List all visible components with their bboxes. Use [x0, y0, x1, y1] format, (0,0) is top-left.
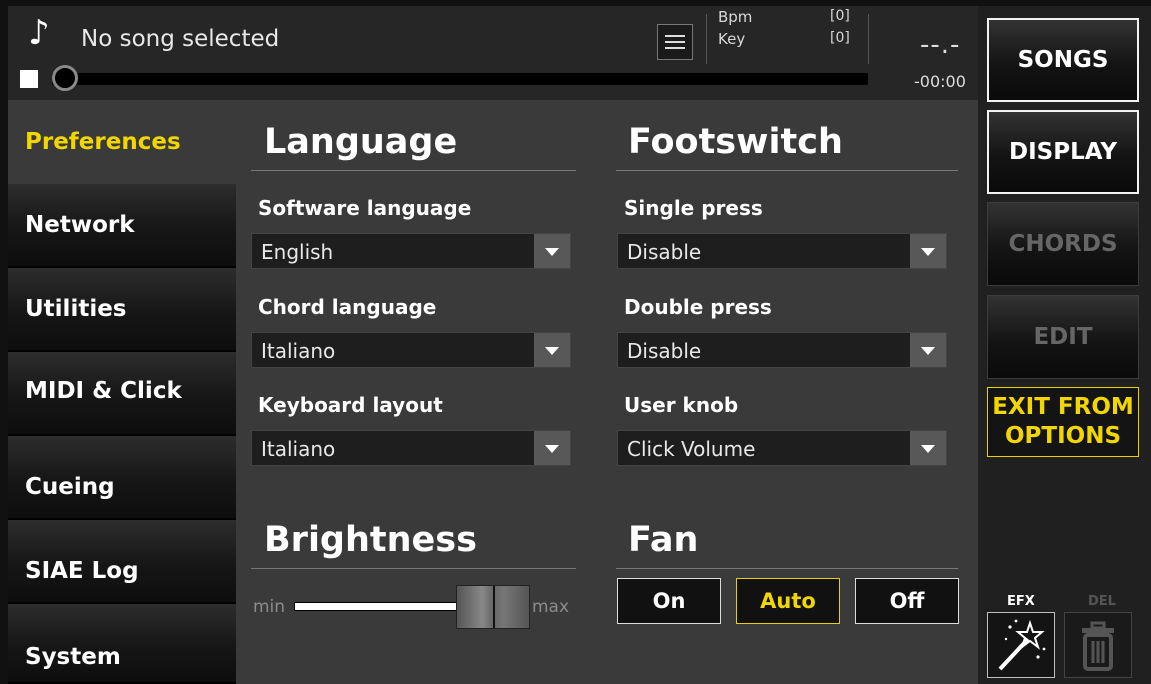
select-value: Italiano	[261, 339, 336, 363]
slider-max-label: max	[532, 597, 570, 617]
progress-knob[interactable]	[52, 65, 78, 91]
chord-language-select[interactable]: Italiano	[251, 332, 571, 368]
nav-item-preferences[interactable]: Preferences	[8, 100, 236, 184]
nav-item-system[interactable]: System	[8, 604, 236, 684]
fan-on-button[interactable]: On	[617, 578, 721, 624]
divider	[251, 568, 576, 569]
nav-item-network[interactable]: Network	[8, 184, 236, 268]
del-label: DEL	[1088, 594, 1116, 609]
chevron-down-icon[interactable]	[910, 234, 946, 268]
progress-bar[interactable]	[52, 73, 868, 85]
user-knob-label: User knob	[624, 393, 739, 417]
divider	[868, 14, 869, 64]
fan-auto-button[interactable]: Auto	[736, 578, 840, 624]
chords-button[interactable]: CHORDS	[987, 202, 1139, 286]
preferences-panel: Language Software language English Chord…	[236, 100, 978, 684]
keyboard-layout-select[interactable]: Italiano	[251, 430, 571, 466]
user-knob-select[interactable]: Click Volume	[617, 430, 947, 466]
fan-title: Fan	[628, 520, 699, 560]
songs-button[interactable]: SONGS	[987, 18, 1139, 102]
nav-item-utilities[interactable]: Utilities	[8, 268, 236, 352]
footswitch-title: Footswitch	[628, 122, 843, 162]
key-value: [0]	[830, 30, 850, 46]
stop-button[interactable]	[20, 70, 38, 88]
divider	[616, 568, 958, 569]
single-press-select[interactable]: Disable	[617, 233, 947, 269]
keyboard-layout-label: Keyboard layout	[258, 393, 443, 417]
music-note-icon: ♪	[28, 13, 50, 53]
song-title: No song selected	[81, 26, 280, 52]
slider-min-label: min	[253, 597, 286, 617]
software-language-select[interactable]: English	[251, 233, 571, 269]
fan-off-button[interactable]: Off	[855, 578, 959, 624]
exit-label-line2: OPTIONS	[1004, 423, 1122, 449]
divider	[706, 14, 707, 64]
select-value: Disable	[627, 240, 702, 264]
trash-icon	[1082, 621, 1114, 671]
chevron-down-icon[interactable]	[534, 234, 570, 268]
magic-wand-icon	[998, 619, 1046, 671]
efx-label: EFX	[1007, 594, 1035, 609]
playlist-icon[interactable]	[657, 24, 693, 60]
select-value: Disable	[627, 339, 702, 363]
nav-item-cueing[interactable]: Cueing	[8, 436, 236, 520]
efx-button[interactable]	[987, 612, 1055, 678]
time-display: --.-	[920, 30, 961, 60]
options-nav: Preferences Network Utilities MIDI & Cli…	[8, 100, 236, 684]
mode-panel: SONGS DISPLAY CHORDS EDIT EXIT FROM OPTI…	[978, 6, 1151, 684]
divider	[616, 170, 958, 171]
brightness-slider-handle[interactable]	[456, 585, 530, 629]
select-value: Click Volume	[627, 437, 756, 461]
bpm-value: [0]	[830, 8, 850, 24]
nav-item-siae-log[interactable]: SIAE Log	[8, 520, 236, 604]
chevron-down-icon[interactable]	[910, 431, 946, 465]
bpm-label: Bpm	[718, 8, 753, 26]
display-button[interactable]: DISPLAY	[987, 110, 1139, 194]
edit-button[interactable]: EDIT	[987, 295, 1139, 379]
chord-language-label: Chord language	[258, 295, 437, 319]
double-press-select[interactable]: Disable	[617, 332, 947, 368]
exit-options-button[interactable]: EXIT FROM OPTIONS	[987, 387, 1139, 457]
chevron-down-icon[interactable]	[534, 333, 570, 367]
language-title: Language	[264, 122, 458, 162]
chevron-down-icon[interactable]	[910, 333, 946, 367]
divider	[251, 170, 576, 171]
delete-button[interactable]	[1064, 612, 1132, 678]
nav-item-midi-click[interactable]: MIDI & Click	[8, 352, 236, 436]
exit-label-line1: EXIT FROM	[992, 394, 1134, 421]
software-language-label: Software language	[258, 196, 472, 220]
player-bar: ♪ No song selected Bpm [0] Key [0] --.- …	[8, 6, 978, 100]
select-value: English	[261, 240, 334, 264]
select-value: Italiano	[261, 437, 336, 461]
time-remaining: -00:00	[914, 72, 966, 91]
single-press-label: Single press	[624, 196, 763, 220]
double-press-label: Double press	[624, 295, 772, 319]
chevron-down-icon[interactable]	[534, 431, 570, 465]
brightness-title: Brightness	[264, 520, 477, 560]
key-label: Key	[718, 30, 746, 48]
